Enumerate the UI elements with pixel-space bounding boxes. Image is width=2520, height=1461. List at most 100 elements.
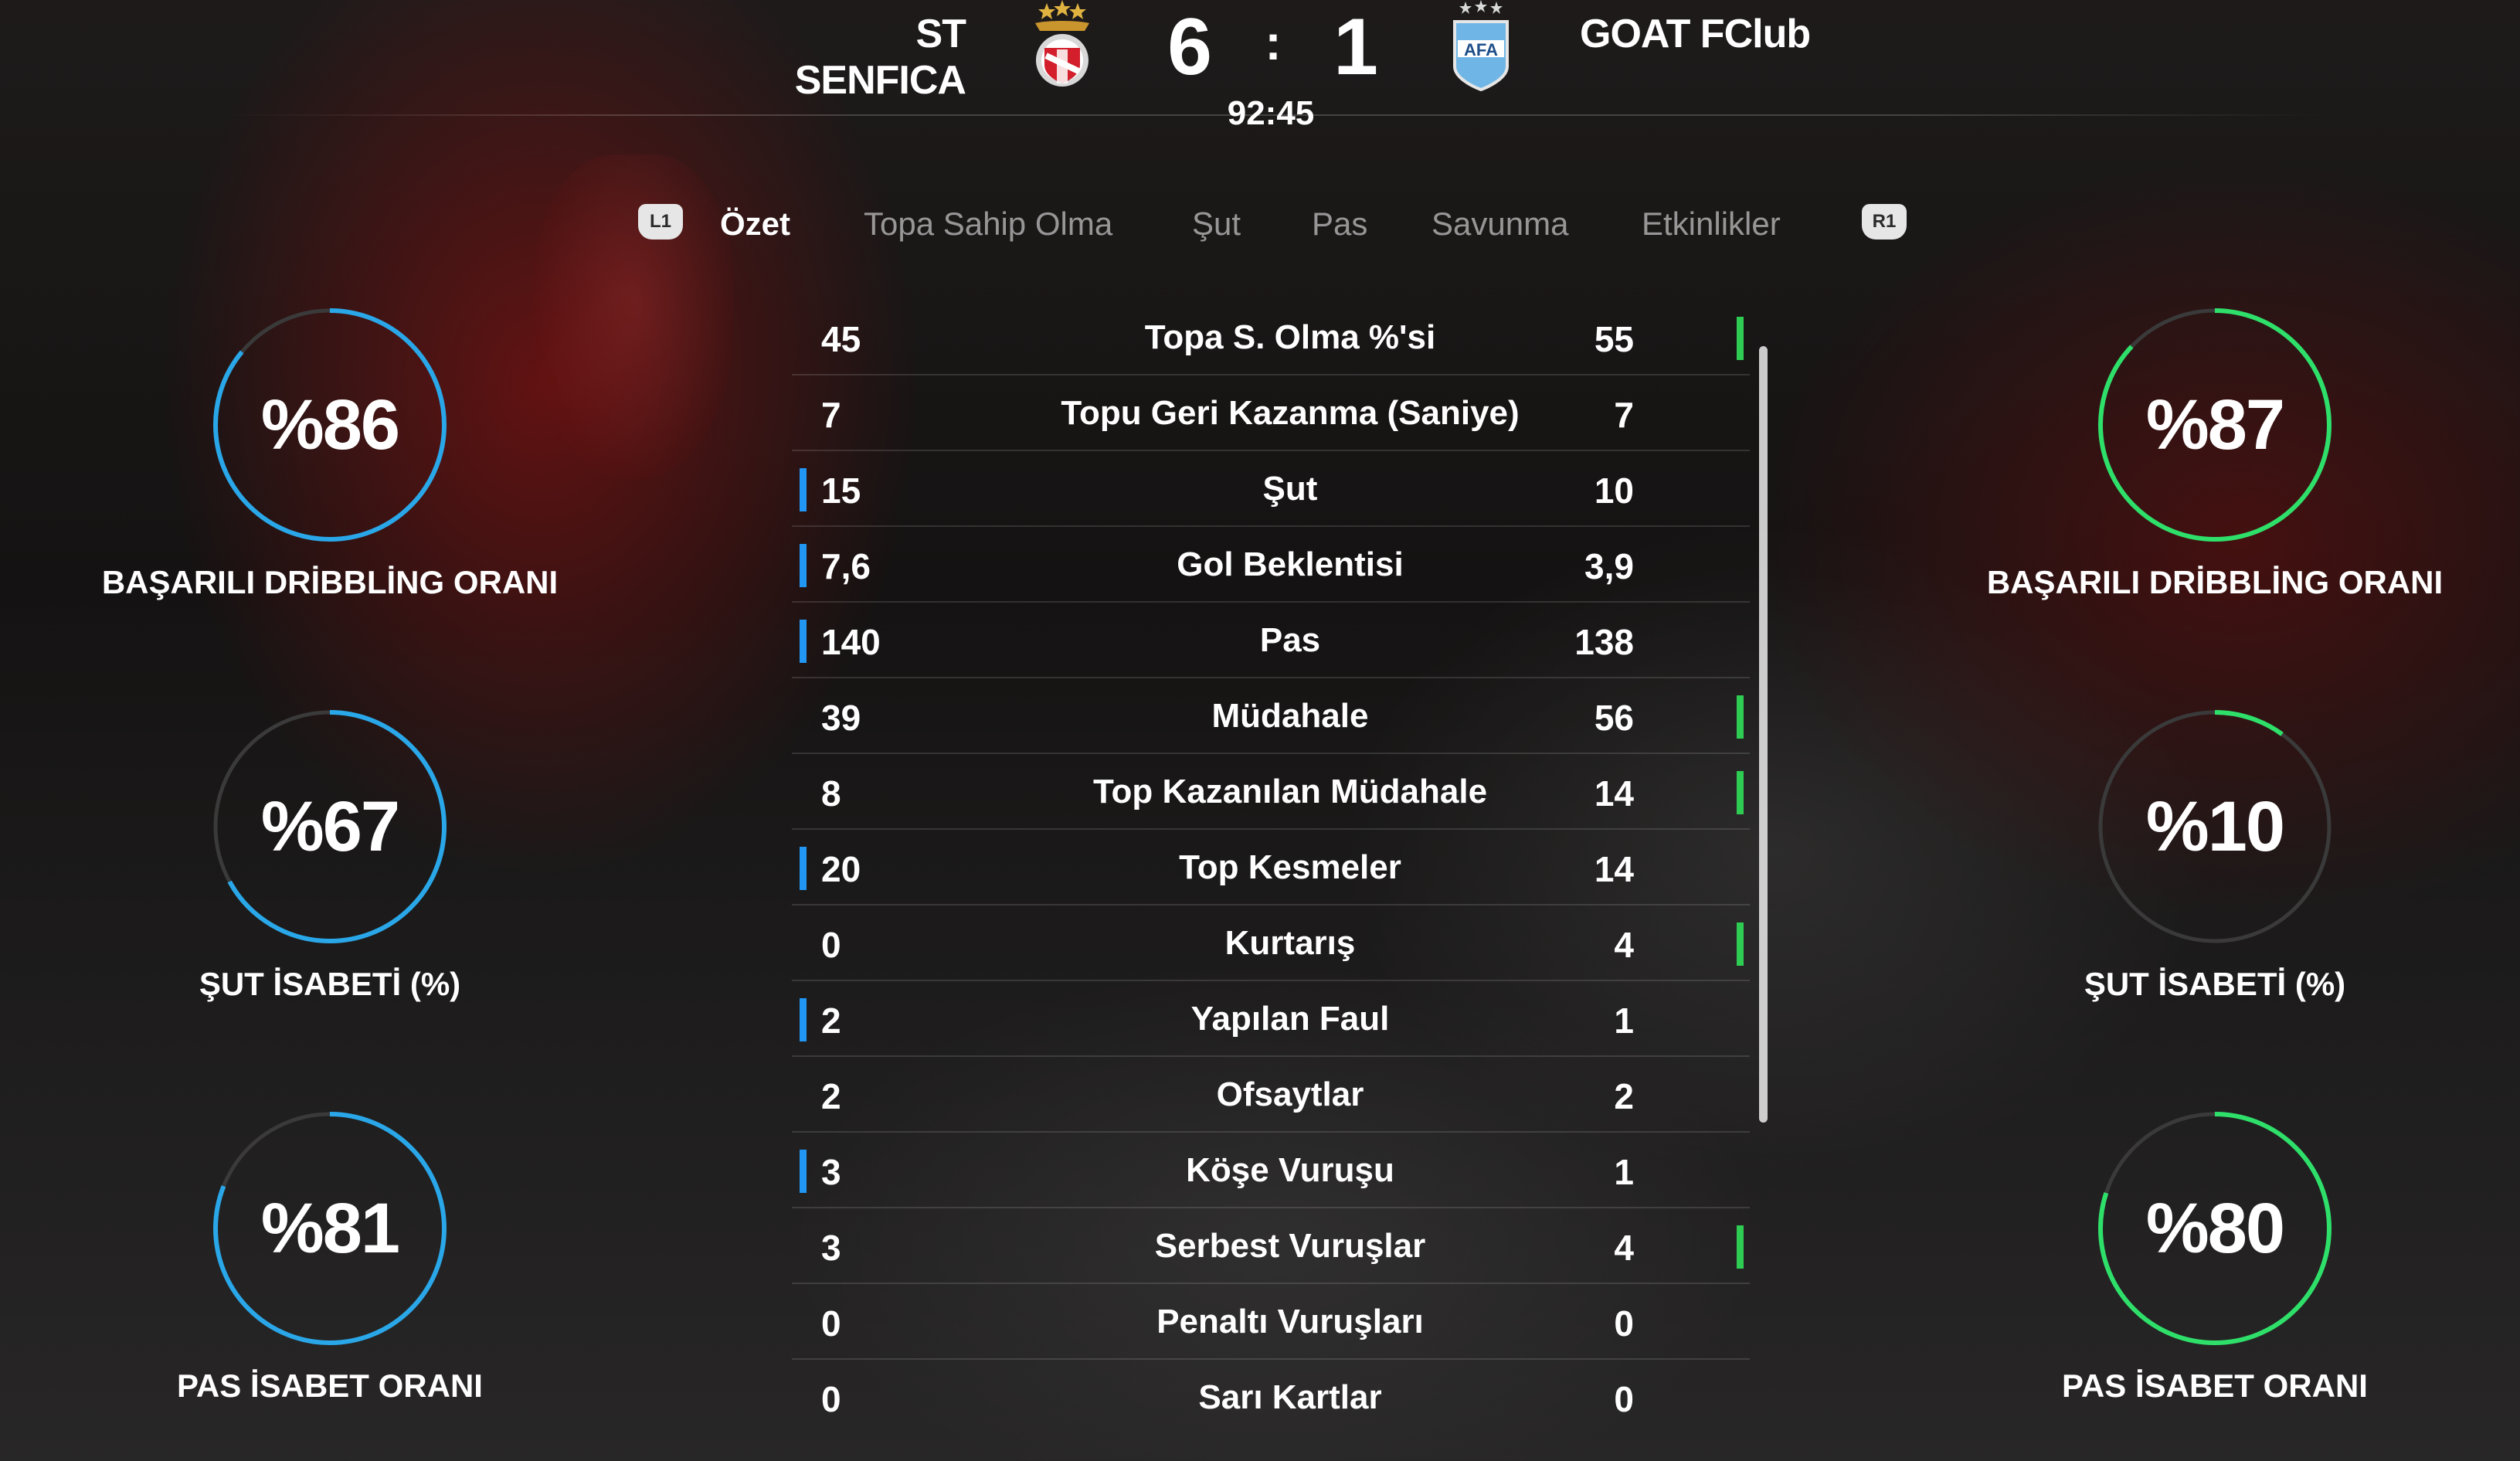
home-lead-marker <box>800 544 807 587</box>
away-lead-marker <box>1737 771 1744 814</box>
away-stat-value: 1 <box>1614 1001 1634 1041</box>
away-dribbling-gauge: %87 <box>2087 297 2342 552</box>
away-stat-value: 56 <box>1594 698 1634 738</box>
stat-row: 0 Sarı Kartlar 0 <box>792 1361 1750 1436</box>
stat-row: 15 Şut 10 <box>792 453 1750 527</box>
gauge-percent: %10 <box>2145 787 2285 866</box>
stat-row: 45 Topa S. Olma %'si 55 <box>792 301 1750 375</box>
away-stat-value: 0 <box>1614 1303 1634 1344</box>
home-lead-marker <box>800 468 807 511</box>
away-shot-accuracy-gauge: %10 <box>2087 699 2342 954</box>
home-lead-marker <box>800 998 807 1041</box>
tab-pas[interactable]: Pas <box>1312 206 1367 243</box>
stat-name: Topu Geri Kazanma (Saniye) <box>1061 394 1520 432</box>
gauge-percent: %87 <box>2145 386 2285 464</box>
row-divider <box>792 1283 1750 1284</box>
stat-name: Top Kesmeler <box>1179 848 1401 886</box>
stat-name: Topa S. Olma %'si <box>1144 318 1436 356</box>
away-stat-value: 0 <box>1614 1379 1634 1419</box>
row-divider <box>792 1358 1750 1360</box>
away-lead-marker <box>1737 317 1744 360</box>
tab-etkinlikler[interactable]: Etkinlikler <box>1642 206 1781 243</box>
away-stat-value: 14 <box>1594 773 1634 814</box>
home-stat-value: 3 <box>821 1152 841 1192</box>
home-stat-value: 45 <box>821 319 861 359</box>
stat-name: Müdahale <box>1211 697 1369 735</box>
stat-name: Şut <box>1262 470 1318 508</box>
tab-savunma[interactable]: Savunma <box>1432 206 1568 243</box>
tab-topa-sahip-olma[interactable]: Topa Sahip Olma <box>864 206 1112 243</box>
home-stat-value: 0 <box>821 1379 841 1419</box>
away-lead-marker <box>1737 922 1744 966</box>
home-stat-value: 140 <box>821 622 881 662</box>
stat-name: Top Kazanılan Müdahale <box>1092 773 1488 810</box>
stat-name: Köşe Vuruşu <box>1186 1151 1394 1189</box>
tab-ozet[interactable]: Özet <box>720 206 790 243</box>
gauge-percent: %86 <box>260 386 400 464</box>
score-separator: : <box>1265 15 1282 70</box>
row-divider <box>792 525 1750 527</box>
home-team-name: ST SENFICA <box>794 12 966 103</box>
stat-row: 39 Müdahale 56 <box>792 680 1750 754</box>
tab-sut[interactable]: Şut <box>1192 206 1241 243</box>
gauge-label: BAŞARILI DRİBBLİNG ORANI <box>1986 564 2444 600</box>
away-stat-value: 10 <box>1594 471 1634 511</box>
home-stat-value: 20 <box>821 849 861 889</box>
gauge-percent: %67 <box>260 787 400 866</box>
header-divider <box>224 114 2325 116</box>
gauge-label: ŞUT İSABETİ (%) <box>2084 966 2346 1002</box>
match-header: ST SENFICA 6 : 1 AFA GOAT FClub 92:45 <box>0 0 2520 139</box>
home-stat-value: 2 <box>821 1001 841 1041</box>
stat-name: Sarı Kartlar <box>1198 1378 1382 1416</box>
row-divider <box>792 1055 1750 1057</box>
home-stat-value: 7 <box>821 395 841 435</box>
stat-row: 140 Pas 138 <box>792 604 1750 678</box>
home-lead-marker <box>800 847 807 890</box>
away-stat-value: 4 <box>1614 925 1634 965</box>
home-dribbling-gauge: %86 <box>202 297 457 552</box>
row-divider <box>792 980 1750 981</box>
away-pass-accuracy-gauge: %80 <box>2087 1101 2342 1356</box>
away-team-name: GOAT FClub <box>1580 12 1811 56</box>
stat-row: 7 Topu Geri Kazanma (Saniye) 7 <box>792 377 1750 451</box>
r1-button-hint[interactable]: R1 <box>1862 204 1907 240</box>
stat-row: 3 Serbest Vuruşlar 4 <box>792 1210 1750 1284</box>
home-pass-accuracy-gauge: %81 <box>202 1101 457 1356</box>
row-divider <box>792 601 1750 603</box>
away-stat-value: 4 <box>1614 1228 1634 1268</box>
away-score: 1 <box>1333 2 1378 92</box>
home-score: 6 <box>1167 2 1212 92</box>
l1-button-hint[interactable]: L1 <box>638 204 683 240</box>
stat-row: 3 Köşe Vuruşu 1 <box>792 1134 1750 1208</box>
away-stat-value: 138 <box>1574 622 1634 662</box>
gauge-label: PAS İSABET ORANI <box>177 1368 483 1404</box>
gauge-percent: %80 <box>2145 1189 2285 1268</box>
stat-name: Ofsaytlar <box>1216 1075 1364 1113</box>
stats-scrollbar[interactable] <box>1759 346 1768 1123</box>
away-stat-value: 14 <box>1594 849 1634 889</box>
stat-name: Penaltı Vuruşları <box>1156 1303 1424 1340</box>
stat-name: Gol Beklentisi <box>1177 545 1404 583</box>
home-stat-value: 7,6 <box>821 546 871 586</box>
stat-row: 2 Yapılan Faul 1 <box>792 983 1750 1057</box>
row-divider <box>792 904 1750 905</box>
home-lead-marker <box>800 1150 807 1193</box>
home-stat-value: 39 <box>821 698 861 738</box>
away-stat-value: 3,9 <box>1584 546 1634 586</box>
home-stat-value: 0 <box>821 925 841 965</box>
stat-name: Yapılan Faul <box>1190 1000 1390 1038</box>
match-clock: 92:45 <box>1227 94 1315 132</box>
stat-name: Serbest Vuruşlar <box>1154 1227 1426 1265</box>
away-lead-marker <box>1737 695 1744 739</box>
stat-row: 20 Top Kesmeler 14 <box>792 831 1750 905</box>
stats-table: 45 Topa S. Olma %'si 55 7 Topu Geri Kaza… <box>792 301 1758 1437</box>
stat-row: 2 Ofsaytlar 2 <box>792 1058 1750 1133</box>
row-divider <box>792 677 1750 678</box>
gauge-percent: %81 <box>260 1189 400 1268</box>
away-stat-value: 2 <box>1614 1076 1634 1116</box>
stat-name: Kurtarış <box>1224 924 1356 962</box>
row-divider <box>792 753 1750 754</box>
stat-row: 0 Kurtarış 4 <box>792 907 1750 981</box>
argentina-crest-icon: AFA <box>1448 0 1513 92</box>
home-stat-value: 3 <box>821 1228 841 1268</box>
